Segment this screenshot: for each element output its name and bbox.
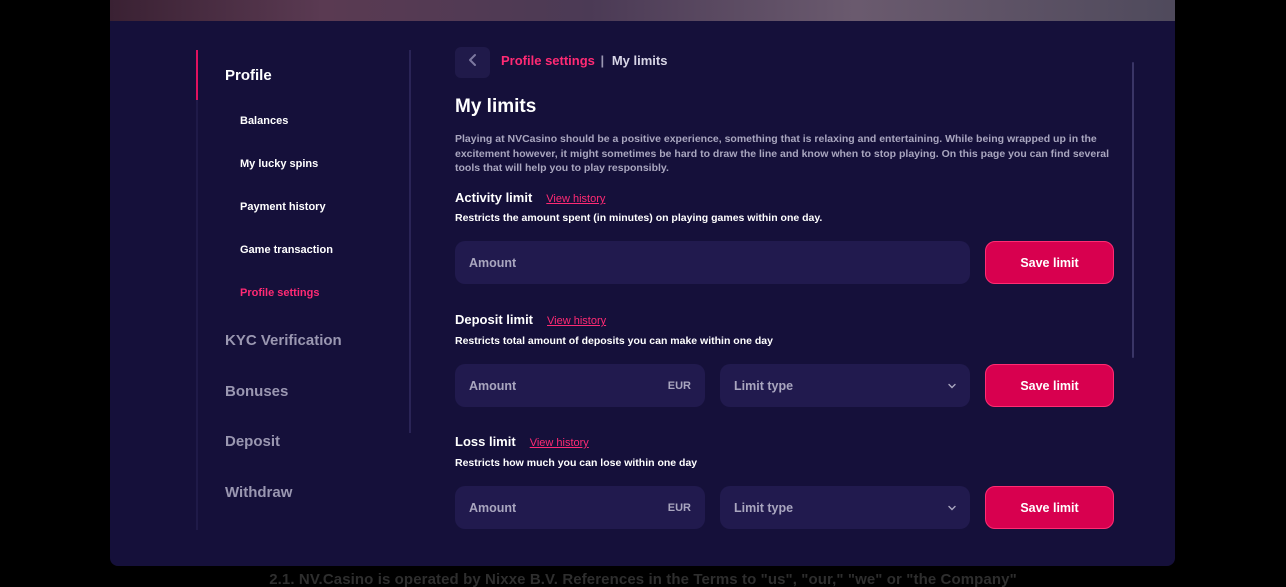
loss-currency-label: EUR <box>667 501 691 514</box>
sidebar-item-deposit[interactable]: Deposit <box>225 433 280 450</box>
breadcrumb-separator: | <box>600 53 605 68</box>
loss-view-history-link[interactable]: View history <box>530 437 589 449</box>
loss-amount-input[interactable]: Amount EUR <box>455 486 705 529</box>
loss-save-limit-button[interactable]: Save limit <box>985 486 1114 529</box>
sidebar-subitem-profile-settings[interactable]: Profile settings <box>240 287 319 299</box>
sidebar-item-kyc-verification[interactable]: KYC Verification <box>225 332 342 349</box>
activity-amount-placeholder: Amount <box>469 255 517 270</box>
deposit-limit-type-placeholder: Limit type <box>734 378 794 393</box>
page-title: My limits <box>455 96 537 117</box>
sidebar-item-bonuses[interactable]: Bonuses <box>225 383 288 400</box>
sidebar-subitem-balances[interactable]: Balances <box>240 115 288 127</box>
sidebar-item-withdraw[interactable]: Withdraw <box>225 484 292 501</box>
chevron-left-icon <box>468 53 478 72</box>
loss-amount-placeholder: Amount <box>469 500 517 515</box>
deposit-save-limit-button[interactable]: Save limit <box>985 364 1114 407</box>
sidebar-item-profile[interactable]: Profile <box>225 67 272 84</box>
loss-limit-description: Restricts how much you can lose within o… <box>455 457 698 469</box>
activity-amount-input[interactable]: Amount <box>455 241 970 284</box>
deposit-amount-input[interactable]: Amount EUR <box>455 364 705 407</box>
loss-limit-type-select[interactable]: Limit type <box>720 486 970 529</box>
activity-limit-header: Activity limit View history <box>455 190 605 205</box>
breadcrumb: Profile settings | My limits <box>501 53 667 68</box>
sidebar-subitem-lucky-spins[interactable]: My lucky spins <box>240 158 318 170</box>
hero-banner-strip <box>110 0 1175 21</box>
intro-text: Playing at NVCasino should be a positive… <box>455 133 1110 174</box>
chevron-down-icon <box>948 504 956 512</box>
sidebar-divider <box>409 50 411 433</box>
sidebar-subitem-game-transaction[interactable]: Game transaction <box>240 244 333 256</box>
loss-limit-header: Loss limit View history <box>455 434 589 449</box>
terms-footer-text: 2.1. NV.Casino is operated by Nixxe B.V.… <box>269 571 1017 587</box>
activity-limit-description: Restricts the amount spent (in minutes) … <box>455 212 823 224</box>
sidebar-left-line <box>196 100 198 530</box>
activity-view-history-link[interactable]: View history <box>546 193 605 205</box>
breadcrumb-current: My limits <box>611 53 668 68</box>
active-indicator <box>196 50 198 100</box>
breadcrumb-profile-settings[interactable]: Profile settings <box>501 53 595 68</box>
loss-limit-title: Loss limit <box>455 434 516 449</box>
deposit-limit-header: Deposit limit View history <box>455 312 606 327</box>
deposit-amount-placeholder: Amount <box>469 378 517 393</box>
account-sidebar: Profile Balances My lucky spins Payment … <box>196 50 412 530</box>
sidebar-subitem-payment-history[interactable]: Payment history <box>240 201 326 213</box>
deposit-limit-title: Deposit limit <box>455 312 534 327</box>
back-button[interactable] <box>455 47 490 78</box>
deposit-limit-description: Restricts total amount of deposits you c… <box>455 335 773 347</box>
content-scrollbar[interactable] <box>1132 62 1134 358</box>
chevron-down-icon <box>948 382 956 390</box>
activity-limit-title: Activity limit <box>455 190 533 205</box>
deposit-limit-type-select[interactable]: Limit type <box>720 364 970 407</box>
deposit-currency-label: EUR <box>667 379 691 392</box>
activity-save-limit-button[interactable]: Save limit <box>985 241 1114 284</box>
loss-limit-type-placeholder: Limit type <box>734 500 794 515</box>
deposit-view-history-link[interactable]: View history <box>547 315 606 327</box>
